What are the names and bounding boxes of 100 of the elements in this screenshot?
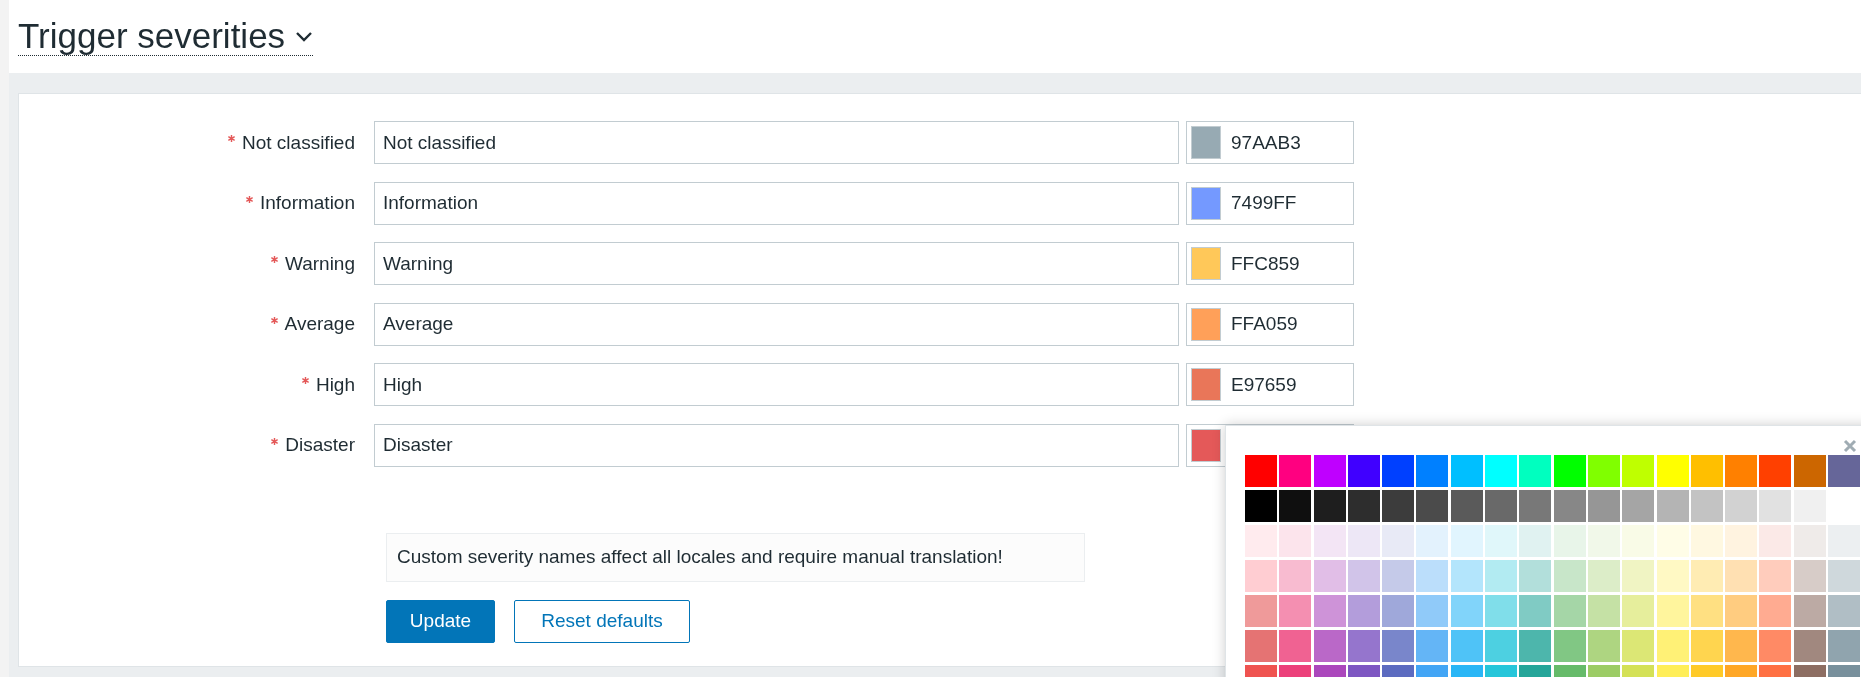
color-swatch[interactable] xyxy=(1279,560,1312,592)
color-swatch[interactable] xyxy=(1690,630,1723,662)
color-swatch[interactable] xyxy=(1382,455,1415,487)
color-input[interactable]: 7499FF xyxy=(1186,181,1354,225)
color-swatch[interactable] xyxy=(1347,595,1380,627)
color-swatch[interactable] xyxy=(1382,560,1415,592)
color-swatch[interactable] xyxy=(1279,490,1312,522)
color-swatch[interactable] xyxy=(1587,455,1620,487)
color-swatch[interactable] xyxy=(1725,630,1758,662)
color-swatch[interactable] xyxy=(1656,525,1689,557)
color-swatch[interactable] xyxy=(1450,525,1483,557)
color-swatch[interactable] xyxy=(1313,490,1346,522)
color-swatch[interactable] xyxy=(1553,455,1586,487)
color-swatch[interactable] xyxy=(1485,455,1518,487)
color-swatch[interactable] xyxy=(1485,595,1518,627)
color-swatch[interactable] xyxy=(1793,560,1826,592)
color-swatch[interactable] xyxy=(1759,560,1792,592)
color-swatch[interactable] xyxy=(1553,595,1586,627)
color-swatch[interactable] xyxy=(1347,455,1380,487)
color-swatch[interactable] xyxy=(1622,455,1655,487)
color-input[interactable]: FFC859 xyxy=(1186,242,1354,285)
color-swatch[interactable] xyxy=(1828,595,1861,627)
color-swatch[interactable] xyxy=(1450,455,1483,487)
color-swatch[interactable] xyxy=(1793,455,1826,487)
reset-defaults-button[interactable]: Reset defaults xyxy=(514,599,690,643)
color-swatch[interactable] xyxy=(1519,595,1552,627)
color-swatch[interactable] xyxy=(1279,595,1312,627)
color-swatch[interactable] xyxy=(1690,455,1723,487)
color-swatch[interactable] xyxy=(1828,560,1861,592)
color-swatch[interactable] xyxy=(1690,525,1723,557)
color-swatch[interactable] xyxy=(1382,630,1415,662)
severity-name-input[interactable]: Information xyxy=(374,181,1179,225)
color-swatch[interactable] xyxy=(1191,368,1221,401)
update-button[interactable]: Update xyxy=(386,599,495,643)
color-swatch[interactable] xyxy=(1450,595,1483,627)
severity-name-input[interactable]: Not classified xyxy=(374,121,1179,164)
color-swatch[interactable] xyxy=(1622,595,1655,627)
color-swatch[interactable] xyxy=(1347,560,1380,592)
color-swatch[interactable] xyxy=(1759,490,1792,522)
color-swatch[interactable] xyxy=(1759,455,1792,487)
color-swatch[interactable] xyxy=(1793,595,1826,627)
color-swatch[interactable] xyxy=(1416,560,1449,592)
color-swatch[interactable] xyxy=(1587,560,1620,592)
color-swatch[interactable] xyxy=(1416,595,1449,627)
color-swatch[interactable] xyxy=(1725,490,1758,522)
color-swatch[interactable] xyxy=(1622,630,1655,662)
color-swatch[interactable] xyxy=(1279,525,1312,557)
color-swatch[interactable] xyxy=(1656,560,1689,592)
color-swatch[interactable] xyxy=(1382,595,1415,627)
close-icon[interactable] xyxy=(1842,438,1858,454)
color-swatch[interactable] xyxy=(1313,560,1346,592)
color-swatch[interactable] xyxy=(1622,525,1655,557)
color-swatch[interactable] xyxy=(1191,428,1221,462)
color-swatch[interactable] xyxy=(1382,490,1415,522)
color-swatch[interactable] xyxy=(1793,630,1826,662)
severity-name-input[interactable]: Warning xyxy=(374,242,1179,285)
color-swatch[interactable] xyxy=(1416,525,1449,557)
color-swatch[interactable] xyxy=(1245,595,1277,627)
color-swatch[interactable] xyxy=(1313,455,1346,487)
color-swatch[interactable] xyxy=(1587,490,1620,522)
color-swatch[interactable] xyxy=(1519,455,1552,487)
color-swatch[interactable] xyxy=(1656,595,1689,627)
color-swatch[interactable] xyxy=(1191,186,1221,220)
severity-name-input[interactable]: Disaster xyxy=(374,423,1179,467)
color-swatch[interactable] xyxy=(1656,455,1689,487)
color-swatch[interactable] xyxy=(1656,630,1689,662)
color-swatch[interactable] xyxy=(1313,630,1346,662)
color-swatch[interactable] xyxy=(1725,595,1758,627)
color-swatch[interactable] xyxy=(1191,126,1221,159)
color-swatch[interactable] xyxy=(1347,525,1380,557)
color-swatch[interactable] xyxy=(1347,630,1380,662)
color-swatch[interactable] xyxy=(1450,630,1483,662)
severity-name-input[interactable]: Average xyxy=(374,302,1179,346)
color-swatch[interactable] xyxy=(1279,630,1312,662)
color-swatch[interactable] xyxy=(1553,630,1586,662)
color-swatch[interactable] xyxy=(1485,630,1518,662)
color-swatch[interactable] xyxy=(1519,490,1552,522)
color-swatch[interactable] xyxy=(1245,630,1277,662)
color-swatch[interactable] xyxy=(1587,595,1620,627)
color-swatch[interactable] xyxy=(1347,490,1380,522)
color-swatch[interactable] xyxy=(1191,247,1221,280)
color-swatch[interactable] xyxy=(1485,490,1518,522)
color-swatch[interactable] xyxy=(1690,595,1723,627)
color-swatch[interactable] xyxy=(1725,525,1758,557)
color-swatch[interactable] xyxy=(1553,560,1586,592)
severity-name-input[interactable]: High xyxy=(374,363,1179,406)
color-swatch[interactable] xyxy=(1245,455,1277,487)
color-swatch[interactable] xyxy=(1485,560,1518,592)
color-swatch[interactable] xyxy=(1519,525,1552,557)
color-swatch[interactable] xyxy=(1191,307,1221,341)
color-swatch[interactable] xyxy=(1725,560,1758,592)
color-swatch[interactable] xyxy=(1622,560,1655,592)
color-swatch[interactable] xyxy=(1245,560,1277,592)
color-swatch[interactable] xyxy=(1622,490,1655,522)
color-swatch[interactable] xyxy=(1759,525,1792,557)
color-swatch[interactable] xyxy=(1828,630,1861,662)
color-swatch[interactable] xyxy=(1690,490,1723,522)
color-swatch[interactable] xyxy=(1313,525,1346,557)
color-swatch[interactable] xyxy=(1416,490,1449,522)
color-swatch[interactable] xyxy=(1759,595,1792,627)
